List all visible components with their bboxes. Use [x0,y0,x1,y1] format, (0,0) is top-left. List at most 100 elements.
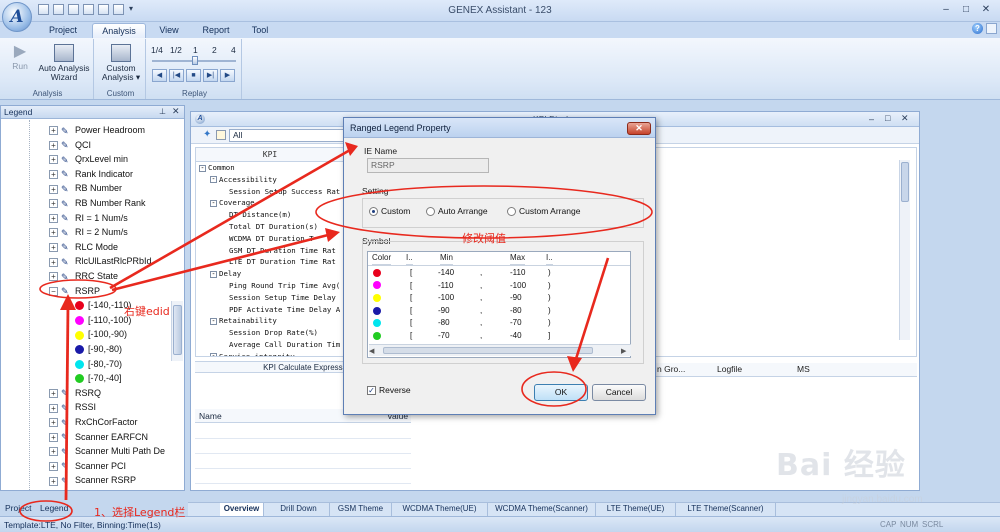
radio-custom[interactable]: Custom [369,206,410,217]
legend-scrollbar-thumb[interactable] [173,305,182,355]
speed-half[interactable]: 1/2 [170,45,182,55]
legend-range-item[interactable]: [-90,-80) [75,342,122,357]
legend-scrollbar[interactable] [171,301,183,361]
export-icon[interactable] [98,4,109,15]
kpi-tree-item[interactable]: - Delay [196,269,241,281]
col-max[interactable]: Max [510,252,526,265]
symbol-scroll-thumb[interactable] [383,347,593,354]
col-ms[interactable]: MS [797,363,810,376]
expand-icon[interactable]: + [49,432,58,442]
tab-wcdma-theme-ue[interactable]: WCDMA Theme(UE) [392,503,488,516]
expand-icon[interactable]: + [49,126,58,136]
symbol-min-cell[interactable]: -100 [438,292,454,304]
kpi-tree-item[interactable]: - Accessibility [196,175,277,187]
legend-tree-item[interactable]: + ✎ RB Number [49,181,122,196]
close-icon[interactable]: ✕ [977,3,995,17]
rewind-icon[interactable]: ◀ [152,69,167,82]
symbol-row[interactable]: [-140, -110) [368,267,630,280]
collapse-icon[interactable]: - [210,176,217,184]
tab-overview[interactable]: Overview [220,503,264,516]
expand-icon[interactable]: + [49,184,58,194]
minimize-icon[interactable]: – [937,3,955,17]
col-min[interactable]: Min [440,252,453,265]
run-button[interactable]: ▶ Run [6,44,34,71]
save-icon[interactable] [68,4,79,15]
tab-report[interactable]: Report [198,23,234,38]
pin-icon[interactable]: ⊥ [159,107,166,116]
symbol-max-cell[interactable]: -110 [510,267,525,279]
symbol-row[interactable]: [-70, -40] [368,330,630,343]
legend-tree-item[interactable]: + ✎ Power Headroom [49,123,145,138]
speed-one[interactable]: 1 [193,45,198,55]
tab-tool[interactable]: Tool [246,23,274,38]
tab-legend-panel[interactable]: Legend [40,502,68,515]
symbol-max-cell[interactable]: -90 [510,292,522,304]
speed-four[interactable]: 4 [231,45,236,55]
custom-analysis-button[interactable]: Custom Analysis ▾ [98,44,144,82]
legend-tree-item[interactable]: − ✎ RSRP [49,284,100,299]
tab-gsm-theme[interactable]: GSM Theme [330,503,392,516]
symbol-row[interactable]: [-100, -90) [368,292,630,305]
symbol-color-cell[interactable] [373,317,381,329]
tab-view[interactable]: View [152,23,186,38]
symbol-max-cell[interactable]: -80 [510,305,522,317]
tab-project[interactable]: Project [42,23,84,38]
expand-icon[interactable]: + [49,461,58,471]
symbol-row[interactable]: [-80, -70) [368,317,630,330]
scroll-right-icon[interactable]: ▶ [621,347,626,355]
symbol-color-cell[interactable] [373,267,381,279]
cancel-button[interactable]: Cancel [592,384,646,401]
expand-icon[interactable]: + [49,447,58,457]
legend-tree-item[interactable]: + ✎ QCI [49,138,91,153]
kpi-tree-item[interactable]: Ping Round Trip Time Avg( [196,281,340,293]
legend-tree-item[interactable]: + ✎ QrxLevel min [49,152,128,167]
col-close[interactable]: I.. [546,252,553,265]
col-color[interactable]: Color [372,252,392,265]
kpi-tree-item[interactable]: - Common [196,163,235,175]
symbol-min-cell[interactable]: -90 [438,305,450,317]
speed-slider-thumb[interactable] [192,56,198,65]
expand-icon[interactable]: + [49,228,58,238]
symbol-max-cell[interactable]: -100 [510,280,526,292]
kpi-close-icon[interactable]: ✕ [901,113,909,124]
step-forward-icon[interactable]: ▶| [203,69,218,82]
symbol-color-cell[interactable] [373,280,381,292]
auto-analysis-wizard-button[interactable]: Auto Analysis Wizard [36,44,92,82]
kpi-tree-item[interactable]: Total DT Duration(s) [196,222,318,234]
kpi-tree-item[interactable]: - Service integrity [196,352,295,356]
legend-tree-item[interactable]: + ✎ RB Number Rank [49,196,146,211]
expand-icon[interactable]: + [49,155,58,165]
save-as-icon[interactable] [83,4,94,15]
legend-tree-item[interactable]: + ✎ RSRQ [49,386,101,401]
new-file-icon[interactable] [38,4,49,15]
tab-wcdma-theme-scanner[interactable]: WCDMA Theme(Scanner) [488,503,596,516]
legend-tree-item[interactable]: + ✎ RI = 2 Num/s [49,225,128,240]
expand-icon[interactable]: + [49,418,58,428]
collapse-icon[interactable]: - [199,164,206,172]
legend-tree-item[interactable]: + ✎ Rank Indicator [49,167,133,182]
kpi-filter-select[interactable]: All [229,129,349,142]
speed-quarter[interactable]: 1/4 [151,45,163,55]
collapse-icon[interactable]: - [210,317,217,325]
radio-custom-arrange[interactable]: Custom Arrange [507,206,580,217]
symbol-color-cell[interactable] [373,292,381,304]
kpi-tree-item[interactable]: - Coverage [196,198,255,210]
collapse-icon[interactable]: - [210,199,217,207]
radio-auto-arrange[interactable]: Auto Arrange [426,206,488,217]
ie-name-field[interactable]: RSRP [367,158,489,173]
kpi-tree-item[interactable]: Session Setup Success Rat [196,187,340,199]
open-folder-icon[interactable] [53,4,64,15]
symbol-color-cell[interactable] [373,305,381,317]
quick-access-dropdown-icon[interactable]: ▾ [129,4,133,13]
symbol-max-cell[interactable]: -70 [510,317,522,329]
symbol-min-cell[interactable]: -140 [438,267,454,279]
expand-icon[interactable]: + [49,140,58,150]
kpi-scroll-thumb[interactable] [901,162,909,202]
kpi-tree-item[interactable]: Session Drop Rate(%) [196,328,318,340]
collapse-icon[interactable]: − [49,286,58,296]
help-icon[interactable]: ? [972,23,983,34]
expand-icon[interactable]: + [49,213,58,223]
col-open[interactable]: I.. [406,252,413,265]
play-icon[interactable]: ▶ [220,69,235,82]
refresh-icon[interactable]: ✦ [203,130,213,140]
